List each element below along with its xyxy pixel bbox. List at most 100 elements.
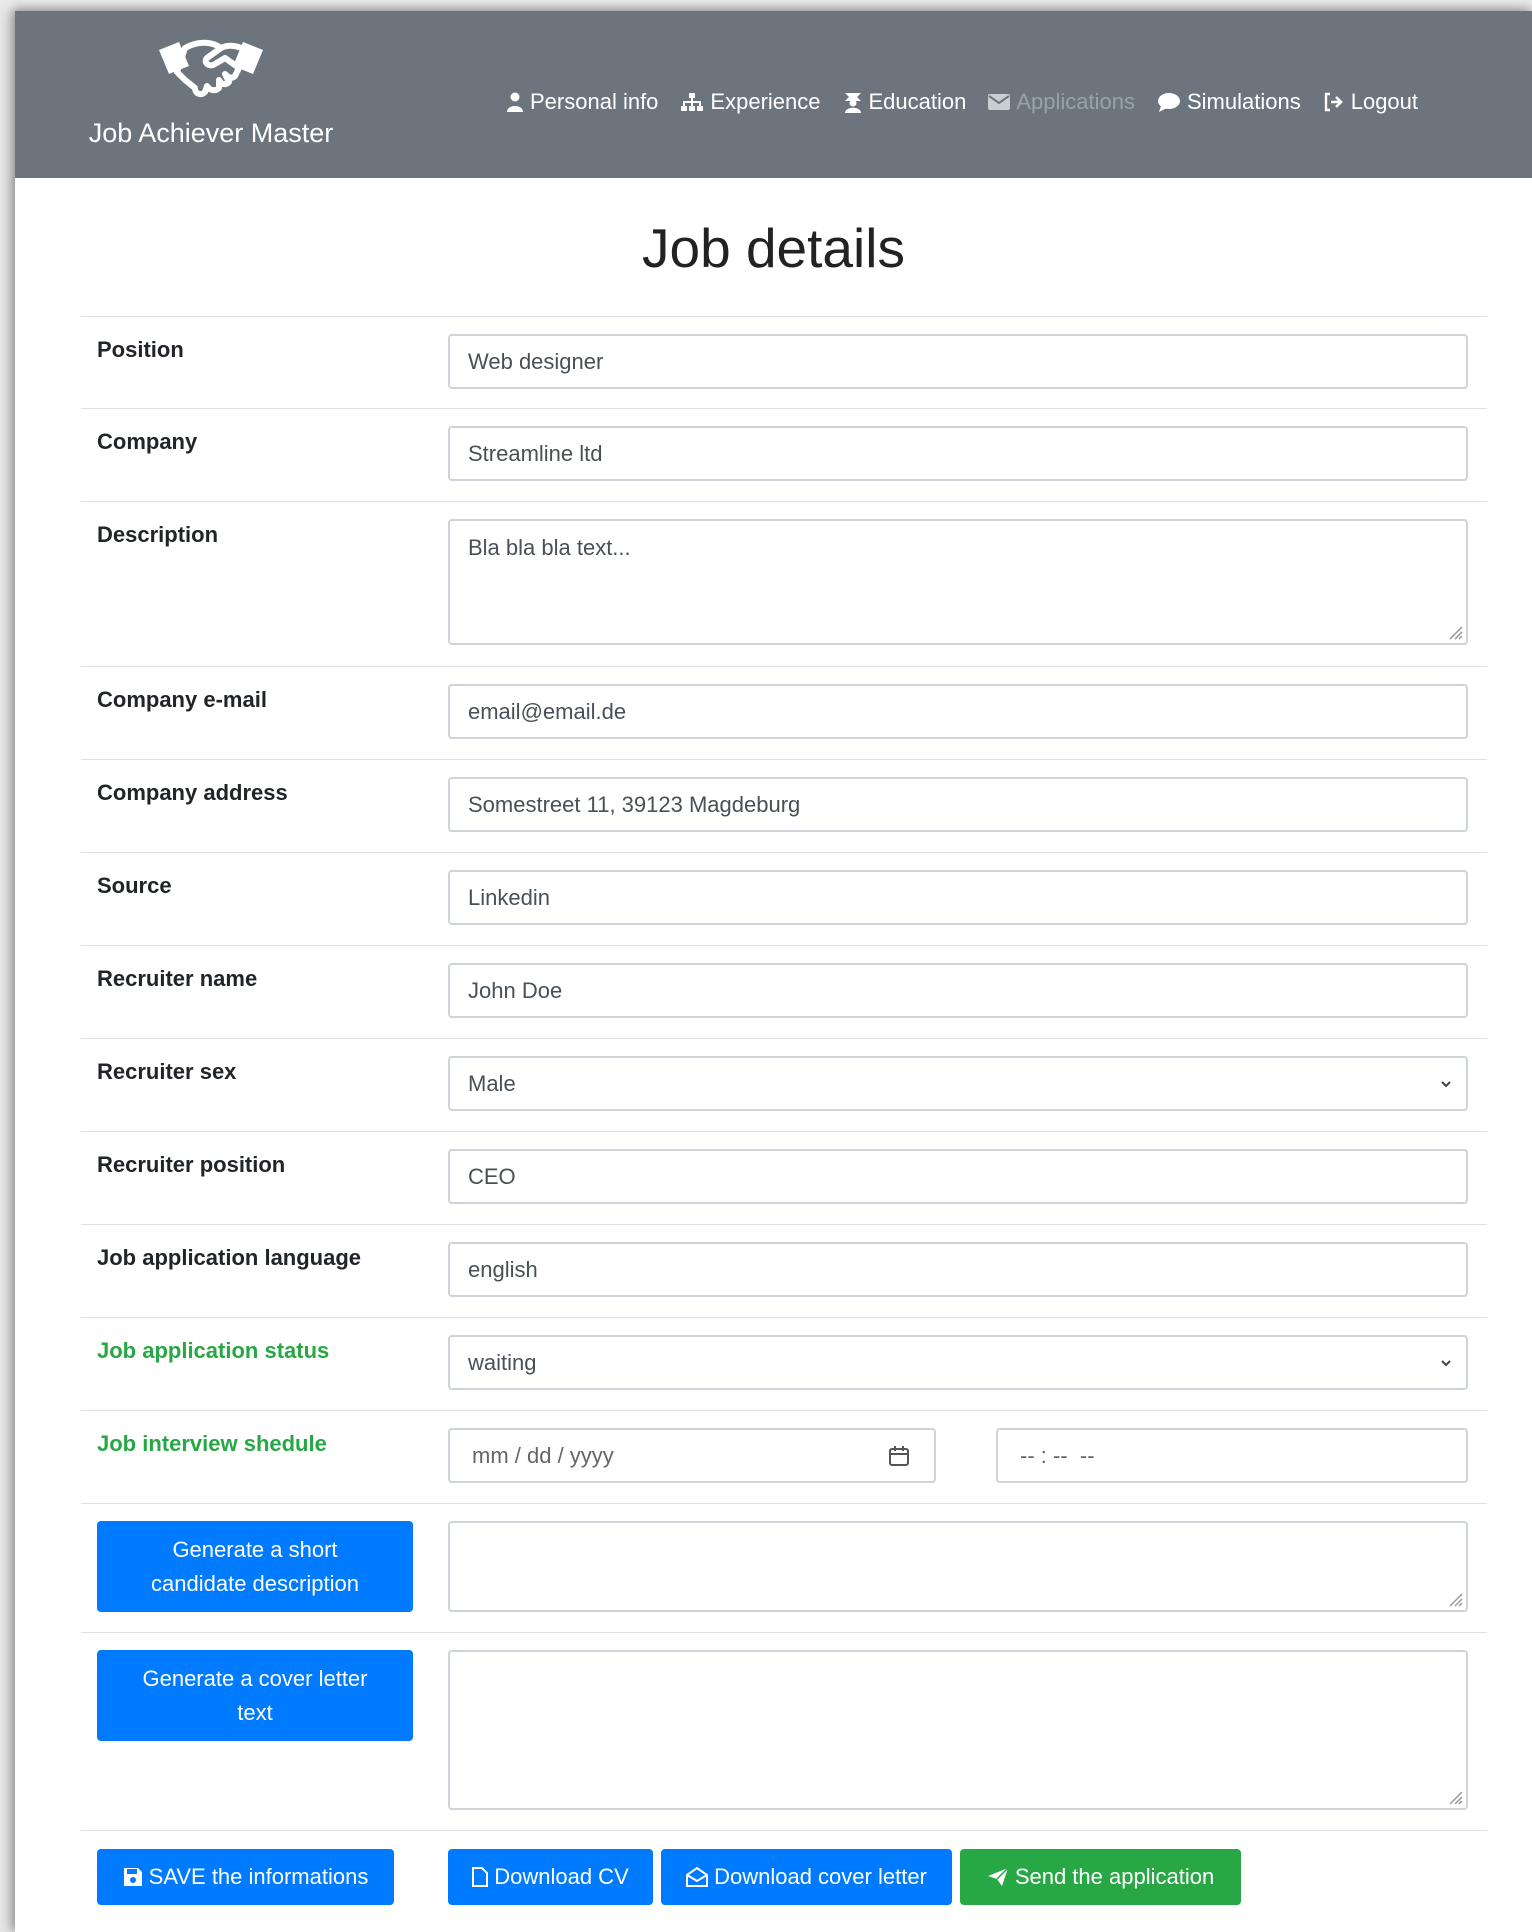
download-cover-letter-label: Download cover letter: [714, 1864, 927, 1889]
row-description: Description Bla bla bla text...: [81, 501, 1487, 666]
generate-description-button[interactable]: Generate a short candidate description: [97, 1521, 413, 1612]
send-application-label: Send the application: [1014, 1864, 1215, 1889]
nav-simulations[interactable]: Simulations: [1157, 89, 1301, 115]
position-label: Position: [97, 337, 184, 362]
nav-logout[interactable]: Logout: [1323, 89, 1418, 115]
navbar: Job Achiever Master Personal info Experi…: [15, 11, 1532, 178]
cover-letter-textarea[interactable]: [448, 1650, 1468, 1810]
save-label: SAVE the informations: [148, 1864, 369, 1889]
row-actions: SAVE the informations Download CV Downlo…: [81, 1830, 1487, 1931]
company-input[interactable]: Streamline ltd: [448, 426, 1468, 481]
nav-experience-label: Experience: [710, 89, 821, 114]
row-company-address: Company address Somestreet 11, 39123 Mag…: [81, 759, 1487, 852]
recruiter-name-label: Recruiter name: [97, 966, 258, 991]
interview-date-input[interactable]: mm / dd / yyyy: [448, 1428, 936, 1483]
page-title: Job details: [642, 217, 905, 279]
interview-time-placeholder: -- : -- --: [1020, 1442, 1095, 1468]
row-language: Job application language english: [81, 1224, 1487, 1317]
nav-education[interactable]: Education: [843, 89, 967, 115]
row-company: Company Streamline ltd: [81, 408, 1487, 501]
user-icon: [507, 92, 523, 112]
company-email-input[interactable]: email@email.de: [448, 684, 1468, 739]
graduate-icon: [844, 93, 861, 113]
recruiter-sex-value: Male: [468, 1070, 516, 1096]
resize-grip-icon[interactable]: [1445, 1787, 1463, 1805]
status-value: waiting: [468, 1349, 537, 1375]
nav-personal-info-label: Personal info: [530, 89, 659, 114]
recruiter-position-value: CEO: [468, 1163, 516, 1189]
company-email-label: Company e-mail: [97, 687, 267, 712]
description-label: Description: [97, 522, 219, 547]
description-value: Bla bla bla text...: [468, 535, 631, 560]
company-address-label: Company address: [97, 780, 288, 805]
company-address-input[interactable]: Somestreet 11, 39123 Magdeburg: [448, 777, 1468, 832]
app-window: Job Achiever Master Personal info Experi…: [15, 11, 1532, 1932]
generate-description-label: Generate a short candidate description: [151, 1536, 359, 1596]
generate-cover-letter-label: Generate a cover letter text: [142, 1665, 368, 1725]
resize-grip-icon[interactable]: [1445, 1589, 1463, 1607]
file-icon: [472, 1867, 489, 1887]
send-application-button[interactable]: Send the application: [960, 1849, 1241, 1905]
source-input[interactable]: Linkedin: [448, 870, 1468, 925]
generate-cover-letter-button[interactable]: Generate a cover letter text: [97, 1650, 413, 1741]
row-recruiter-position: Recruiter position CEO: [81, 1131, 1487, 1224]
nav-experience[interactable]: Experience: [680, 89, 821, 115]
main-nav: Personal info Experience Education Appli…: [506, 89, 1418, 115]
interview-date-placeholder: mm / dd / yyyy: [472, 1442, 614, 1468]
brand[interactable]: Job Achiever Master: [81, 36, 341, 149]
company-label: Company: [97, 429, 198, 454]
chevron-down-icon: [1441, 1080, 1451, 1087]
status-select[interactable]: waiting: [448, 1335, 1468, 1390]
recruiter-name-input[interactable]: John Doe: [448, 963, 1468, 1018]
row-recruiter-name: Recruiter name John Doe: [81, 945, 1487, 1038]
row-company-email: Company e-mail email@email.de: [81, 666, 1487, 759]
brand-name: Job Achiever Master: [88, 118, 334, 148]
envelope-icon: [988, 94, 1011, 110]
calendar-icon[interactable]: [888, 1445, 910, 1467]
company-address-value: Somestreet 11, 39123 Magdeburg: [468, 791, 801, 817]
recruiter-name-value: John Doe: [468, 977, 563, 1003]
download-cv-label: Download CV: [494, 1864, 629, 1889]
row-recruiter-sex: Recruiter sex Male: [81, 1038, 1487, 1131]
position-value: Web designer: [468, 348, 604, 374]
nav-education-label: Education: [868, 89, 967, 114]
row-generate-description: Generate a short candidate description: [81, 1503, 1487, 1632]
nav-personal-info[interactable]: Personal info: [506, 89, 658, 115]
row-source: Source Linkedin: [81, 852, 1487, 945]
chevron-down-icon: [1441, 1359, 1451, 1366]
comment-icon: [1158, 93, 1180, 112]
company-email-value: email@email.de: [468, 698, 627, 724]
nav-simulations-label: Simulations: [1187, 89, 1301, 114]
interview-time-input[interactable]: -- : -- --: [996, 1428, 1468, 1483]
nav-applications[interactable]: Applications: [988, 89, 1135, 115]
description-textarea[interactable]: Bla bla bla text...: [448, 519, 1468, 645]
resize-grip-icon[interactable]: [1445, 622, 1463, 640]
logout-icon: [1324, 92, 1343, 112]
row-interview: Job interview shedule mm / dd / yyyy -- …: [81, 1410, 1487, 1503]
download-cover-letter-button[interactable]: Download cover letter: [661, 1849, 952, 1905]
source-label: Source: [97, 873, 172, 898]
language-input[interactable]: english: [448, 1242, 1468, 1297]
recruiter-position-label: Recruiter position: [97, 1152, 286, 1177]
save-icon: [123, 1868, 142, 1886]
source-value: Linkedin: [468, 884, 550, 910]
row-generate-cover-letter: Generate a cover letter text: [81, 1632, 1487, 1830]
save-button[interactable]: SAVE the informations: [97, 1849, 394, 1905]
row-status: Job application status waiting: [81, 1317, 1487, 1410]
interview-label: Job interview shedule: [97, 1431, 327, 1456]
sitemap-icon: [681, 93, 704, 111]
nav-applications-label: Applications: [1016, 89, 1135, 114]
recruiter-position-input[interactable]: CEO: [448, 1149, 1468, 1204]
status-label: Job application status: [97, 1338, 330, 1363]
download-cv-button[interactable]: Download CV: [448, 1849, 653, 1905]
job-details-form: Position Web designer Company Streamline…: [81, 316, 1487, 1931]
language-value: english: [468, 1256, 538, 1282]
row-position: Position Web designer: [81, 316, 1487, 408]
recruiter-sex-select[interactable]: Male: [448, 1056, 1468, 1111]
send-icon: [987, 1867, 1009, 1886]
candidate-description-textarea[interactable]: [448, 1521, 1468, 1612]
language-label: Job application language: [97, 1245, 362, 1270]
recruiter-sex-label: Recruiter sex: [97, 1059, 237, 1084]
company-value: Streamline ltd: [468, 440, 603, 466]
position-input[interactable]: Web designer: [448, 334, 1468, 389]
